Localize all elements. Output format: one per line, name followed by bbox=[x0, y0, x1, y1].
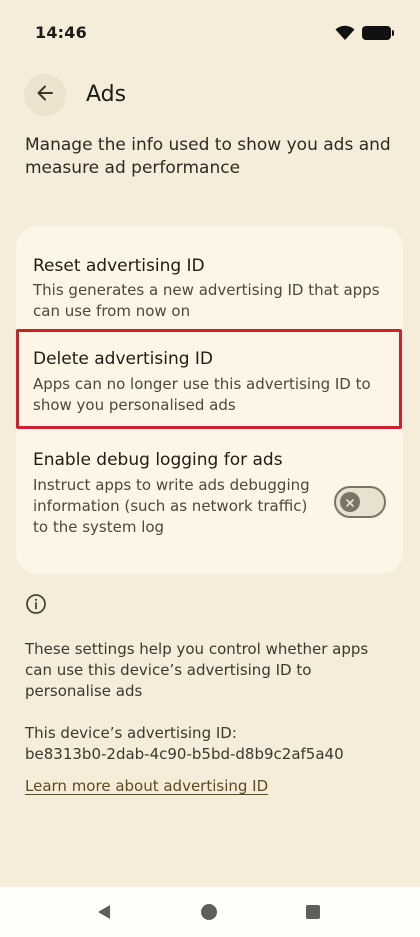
top-app-bar: Ads bbox=[0, 72, 420, 120]
delete-advertising-id-title: Delete advertising ID bbox=[33, 349, 214, 369]
learn-more-link[interactable]: Learn more about advertising ID bbox=[25, 777, 268, 795]
arrow-back-icon bbox=[35, 83, 55, 107]
debug-logging-subtitle: Instruct apps to write ads debugging inf… bbox=[33, 476, 310, 536]
debug-logging-toggle[interactable] bbox=[334, 486, 386, 518]
settings-card: Reset advertising ID This generates a ne… bbox=[16, 226, 403, 574]
advertising-id-value: be8313b0-2dab-4c90-b5bd-d8b9c2af5a40 bbox=[25, 745, 344, 763]
status-icons bbox=[335, 24, 394, 42]
battery-icon bbox=[362, 26, 394, 40]
navigation-bar bbox=[0, 887, 420, 937]
delete-advertising-id-subtitle: Apps can no longer use this advertising … bbox=[33, 375, 371, 414]
nav-back-icon[interactable] bbox=[96, 904, 112, 924]
page-title: Ads bbox=[86, 82, 127, 107]
reset-advertising-id-subtitle: This generates a new advertising ID that… bbox=[33, 281, 380, 320]
debug-logging-item[interactable]: Enable debug logging for ads Instruct ap… bbox=[16, 444, 403, 564]
reset-advertising-id-item[interactable]: Reset advertising ID This generates a ne… bbox=[16, 238, 403, 332]
status-bar: 14:46 bbox=[0, 0, 420, 66]
nav-recents-icon[interactable] bbox=[306, 905, 320, 919]
status-time: 14:46 bbox=[35, 23, 87, 42]
advertising-id-label: This device’s advertising ID: bbox=[25, 724, 237, 742]
delete-advertising-id-item[interactable]: Delete advertising ID Apps can no longer… bbox=[16, 329, 402, 429]
page-description: Manage the info used to show you ads and… bbox=[25, 135, 391, 178]
info-icon bbox=[25, 593, 47, 615]
nav-home-icon[interactable] bbox=[201, 904, 217, 920]
info-text: These settings help you control whether … bbox=[25, 640, 369, 700]
debug-logging-title: Enable debug logging for ads bbox=[33, 450, 283, 470]
back-button[interactable] bbox=[24, 74, 66, 116]
close-icon bbox=[345, 493, 355, 512]
toggle-thumb bbox=[340, 492, 360, 512]
reset-advertising-id-title: Reset advertising ID bbox=[33, 256, 205, 276]
wifi-icon bbox=[335, 25, 355, 41]
